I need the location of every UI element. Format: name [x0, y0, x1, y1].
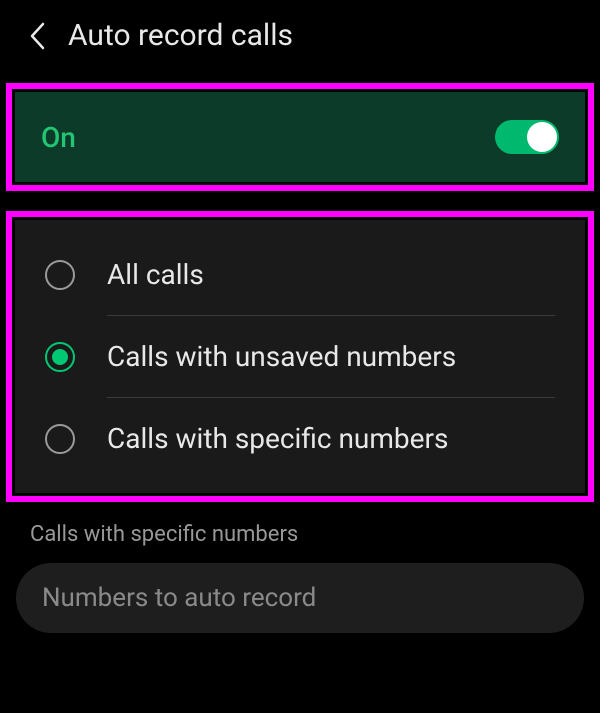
option-label: Calls with specific numbers [107, 422, 448, 455]
option-all-calls[interactable]: All calls [15, 234, 585, 315]
option-specific-numbers[interactable]: Calls with specific numbers [15, 398, 585, 479]
specific-section-label: Calls with specific numbers [0, 502, 600, 557]
chevron-left-icon [28, 21, 46, 51]
toggle-highlight: On [6, 83, 594, 191]
options-highlight: All calls Calls with unsaved numbers Cal… [6, 211, 594, 502]
master-toggle-row[interactable]: On [15, 92, 585, 182]
switch-thumb [527, 122, 557, 152]
back-button[interactable] [28, 21, 46, 51]
input-placeholder: Numbers to auto record [42, 583, 316, 613]
option-unsaved-numbers[interactable]: Calls with unsaved numbers [15, 316, 585, 397]
radio-dot-icon [52, 349, 68, 365]
page-title: Auto record calls [68, 18, 293, 53]
toggle-label: On [41, 121, 76, 154]
radio-unchecked-icon [45, 424, 75, 454]
radio-checked-icon [45, 342, 75, 372]
option-label: All calls [107, 258, 204, 291]
header: Auto record calls [0, 0, 600, 77]
record-options-group: All calls Calls with unsaved numbers Cal… [15, 220, 585, 493]
radio-unchecked-icon [45, 260, 75, 290]
master-toggle-switch[interactable] [495, 120, 559, 154]
numbers-to-record-field[interactable]: Numbers to auto record [16, 563, 584, 633]
option-label: Calls with unsaved numbers [107, 340, 456, 373]
